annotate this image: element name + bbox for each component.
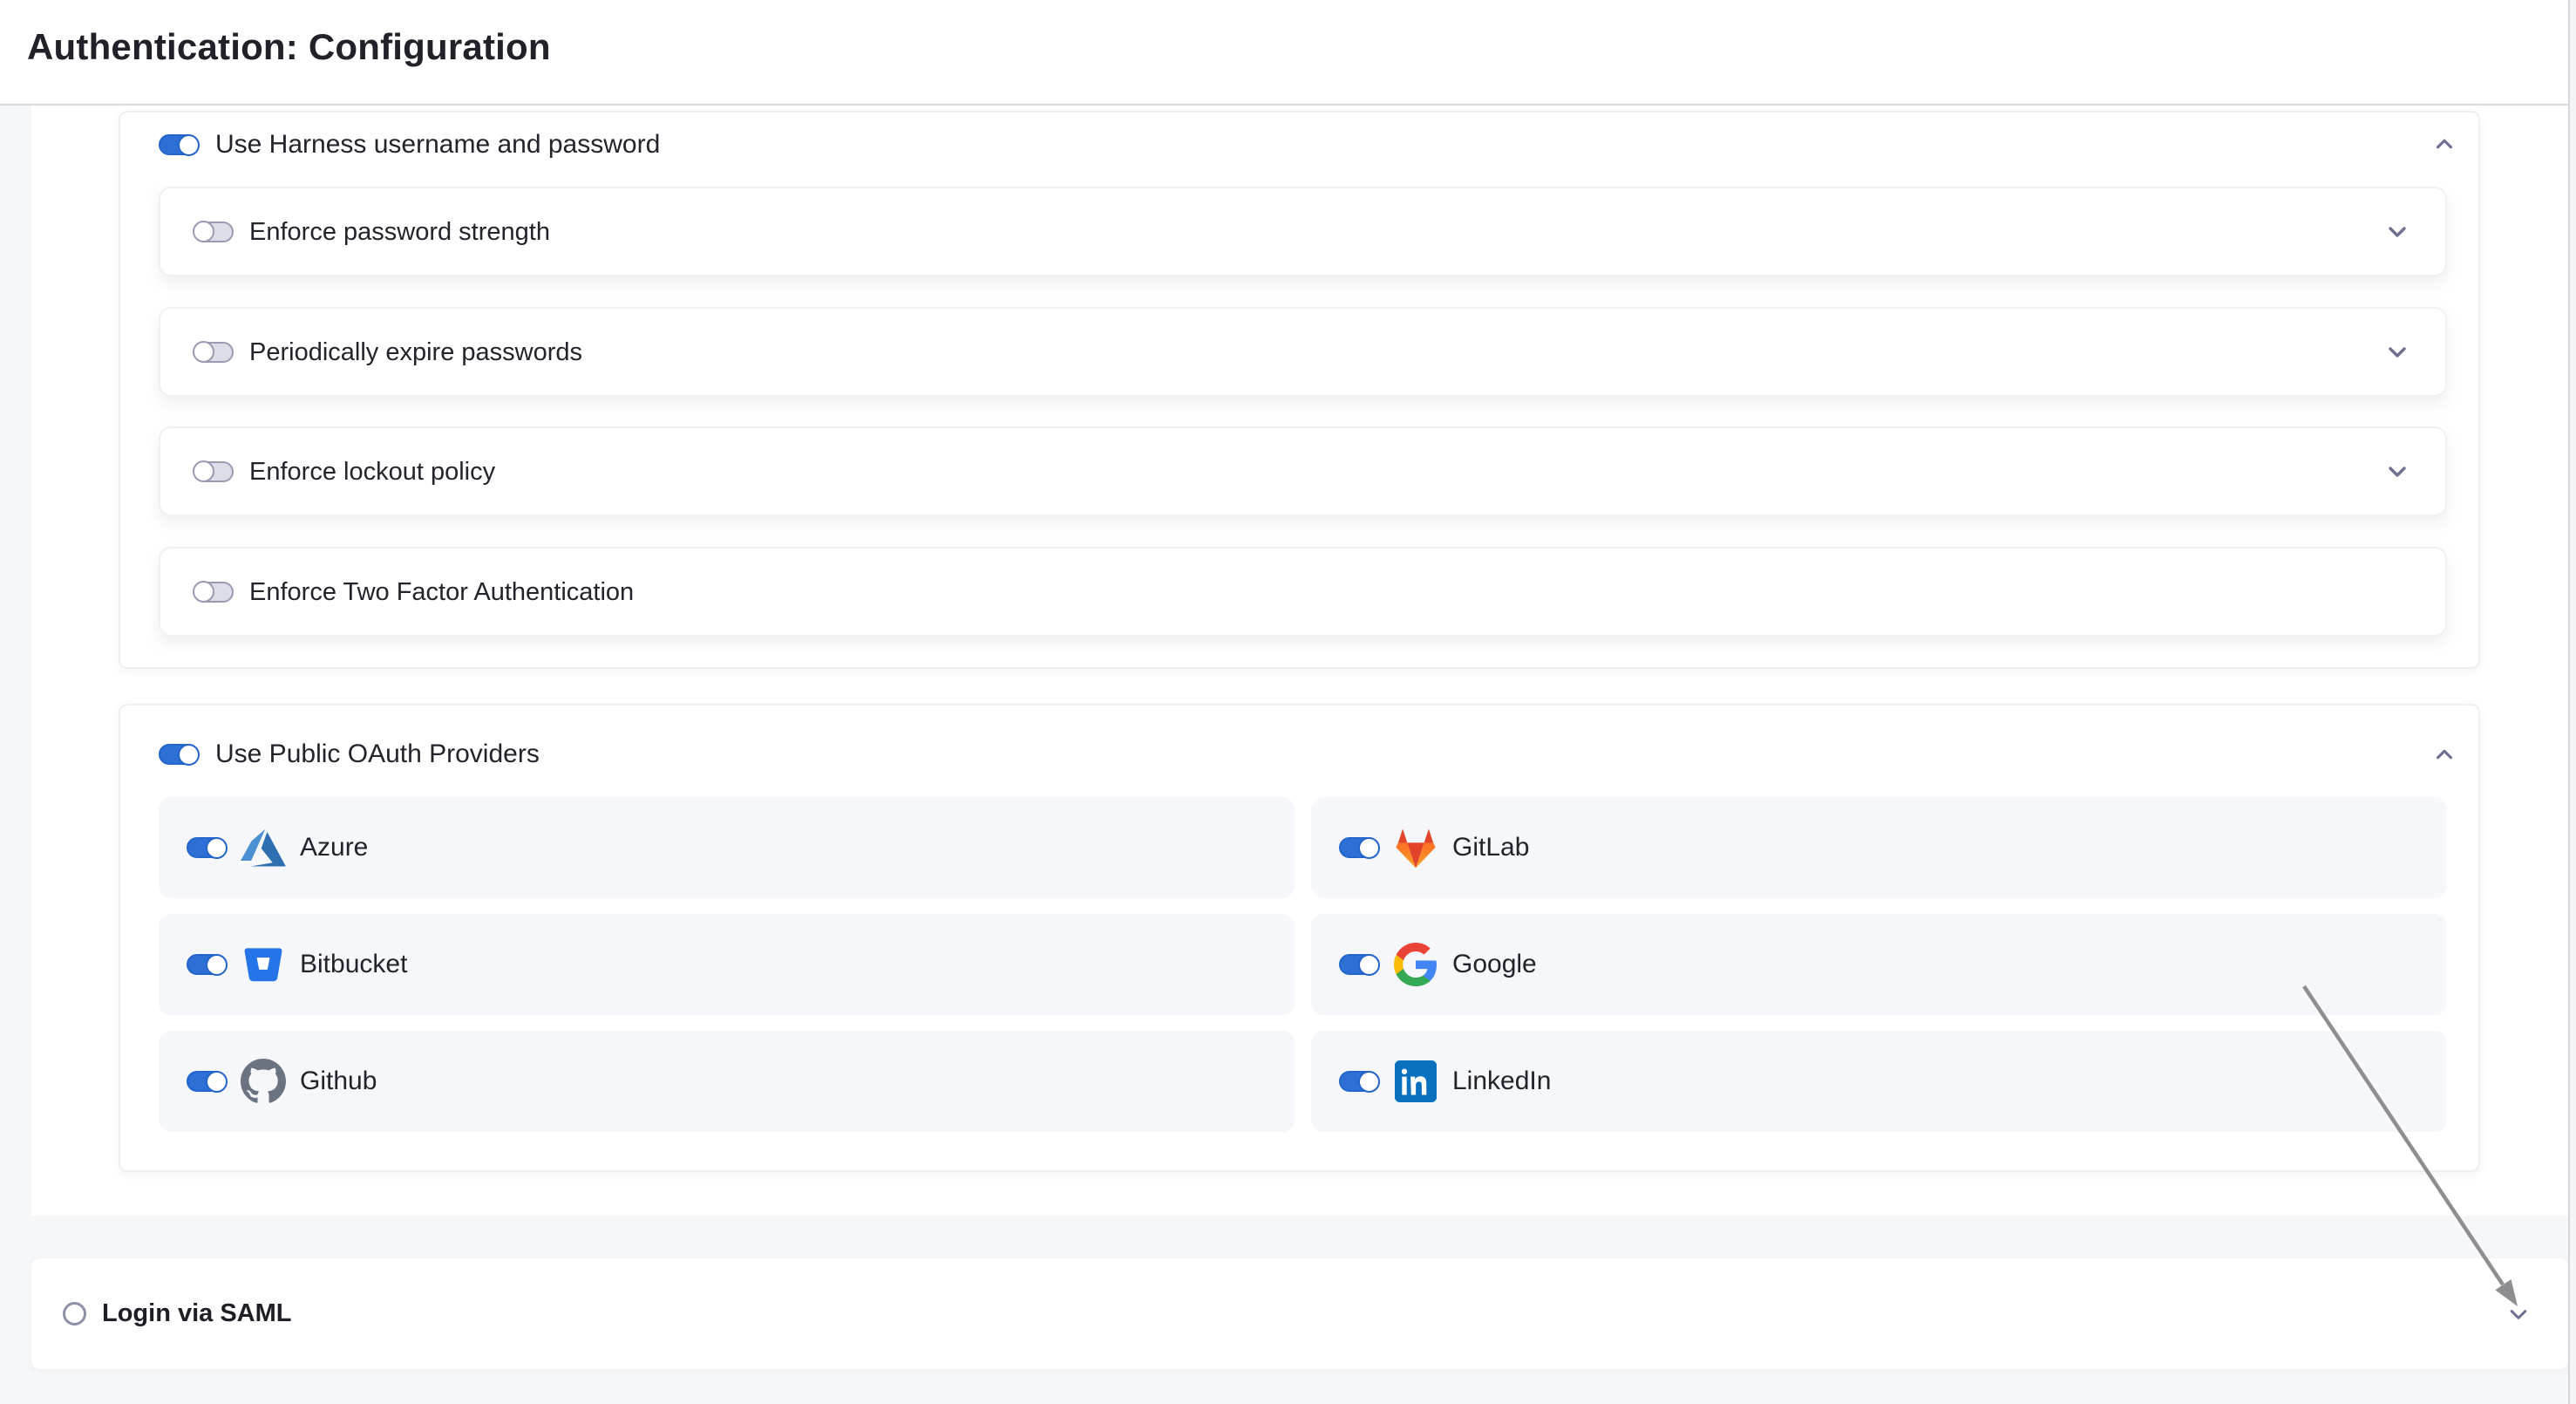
bitbucket-icon: [241, 942, 286, 987]
password-section-label: Use Harness username and password: [215, 129, 660, 160]
google-icon: [1393, 942, 1438, 987]
gitlab-icon: [1393, 825, 1438, 870]
toggle-knob: [1358, 1071, 1380, 1093]
linkedin-icon: [1393, 1059, 1438, 1104]
page-header: Authentication: Configuration: [0, 0, 2576, 106]
chevron-down-icon[interactable]: [2384, 219, 2410, 245]
page-title: Authentication: Configuration: [27, 29, 551, 65]
password-auth-section: Use Harness username and password Enforc…: [119, 111, 2480, 669]
chevron-down-icon[interactable]: [2384, 339, 2410, 365]
provider-label: Google: [1452, 950, 1537, 979]
policy-row-password-strength: Enforce password strength: [159, 187, 2447, 276]
google-toggle[interactable]: [1339, 954, 1379, 975]
toggle-knob: [178, 744, 200, 766]
toggle-knob: [1358, 837, 1380, 859]
azure-icon: [241, 825, 286, 870]
oauth-providers-toggle[interactable]: [159, 744, 199, 765]
provider-label: LinkedIn: [1452, 1067, 1551, 1096]
toggle-knob: [193, 581, 214, 603]
linkedin-toggle[interactable]: [1339, 1071, 1379, 1092]
provider-tile-gitlab: GitLab: [1311, 797, 2447, 898]
provider-tile-github: Github: [159, 1031, 1295, 1132]
provider-label: GitLab: [1452, 833, 1529, 862]
toggle-knob: [206, 954, 228, 976]
oauth-section: Use Public OAuth Providers Azure: [119, 704, 2480, 1172]
provider-tile-google: Google: [1311, 914, 2447, 1015]
toggle-knob: [206, 837, 228, 859]
chevron-down-icon[interactable]: [2384, 459, 2410, 485]
provider-tile-bitbucket: Bitbucket: [159, 914, 1295, 1015]
saml-label: Login via SAML: [102, 1299, 292, 1328]
chevron-up-icon[interactable]: [2432, 742, 2457, 767]
auth-settings-panel: Use Harness username and password Enforc…: [31, 106, 2568, 1216]
provider-label: Azure: [300, 833, 368, 862]
toggle-knob: [193, 341, 214, 363]
policy-row-expire-passwords: Periodically expire passwords: [159, 307, 2447, 397]
gitlab-toggle[interactable]: [1339, 837, 1379, 858]
expire-passwords-toggle[interactable]: [194, 342, 234, 363]
password-strength-toggle[interactable]: [194, 222, 234, 242]
authentication-configuration-page: Authentication: Configuration Use Harnes…: [0, 0, 2576, 1404]
policy-row-two-factor: Enforce Two Factor Authentication: [159, 547, 2447, 637]
toggle-knob: [193, 460, 214, 482]
azure-toggle[interactable]: [187, 837, 227, 858]
saml-radio[interactable]: [63, 1302, 86, 1326]
policy-row-label: Enforce lockout policy: [249, 458, 495, 486]
chevron-up-icon[interactable]: [2432, 132, 2457, 156]
provider-label: Github: [300, 1067, 377, 1096]
two-factor-toggle[interactable]: [194, 582, 234, 603]
github-icon: [241, 1059, 286, 1104]
provider-tile-linkedin: LinkedIn: [1311, 1031, 2447, 1132]
provider-tile-azure: Azure: [159, 797, 1295, 898]
lockout-policy-toggle[interactable]: [194, 461, 234, 482]
bitbucket-toggle[interactable]: [187, 954, 227, 975]
toggle-knob: [1358, 954, 1380, 976]
chevron-down-icon[interactable]: [2507, 1303, 2530, 1326]
harness-login-toggle[interactable]: [159, 134, 199, 155]
provider-label: Bitbucket: [300, 950, 407, 979]
oauth-section-label: Use Public OAuth Providers: [215, 739, 540, 770]
toggle-knob: [206, 1071, 228, 1093]
saml-section: Login via SAML: [31, 1258, 2568, 1369]
toggle-knob: [193, 221, 214, 242]
oauth-provider-grid: Azure: [159, 797, 2447, 1132]
policy-row-lockout-policy: Enforce lockout policy: [159, 426, 2447, 516]
scrollbar-track[interactable]: [2568, 0, 2576, 1404]
policy-row-label: Enforce Two Factor Authentication: [249, 578, 634, 606]
policy-row-label: Enforce password strength: [249, 218, 550, 246]
policy-row-label: Periodically expire passwords: [249, 338, 582, 366]
github-toggle[interactable]: [187, 1071, 227, 1092]
toggle-knob: [178, 134, 200, 156]
